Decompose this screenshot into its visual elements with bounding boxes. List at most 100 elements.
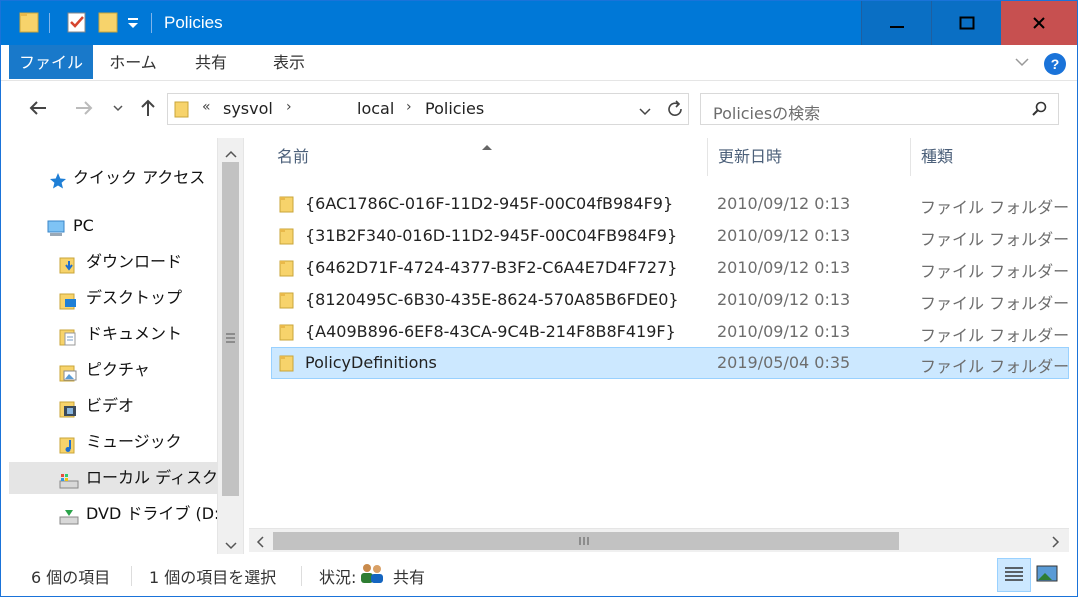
file-type: ファイル フォルダー [920,230,1070,249]
music-folder-icon [59,433,77,454]
back-arrow-icon [29,101,46,115]
item-count: 6 個の項目 [31,568,111,587]
users-icon [359,561,385,589]
scroll-right-icon[interactable] [1051,534,1061,553]
nav-desktop[interactable]: デスクトップ [59,282,217,314]
navigation-bar: « sysvol › local › Policies Policiesの検索 [1,81,1077,138]
horizontal-scrollbar[interactable] [249,528,1069,552]
file-date: 2010/09/12 0:13 [717,322,851,341]
file-name: {A409B896-6EF8-43CA-9C4B-214F8B8F419F} [305,322,676,341]
customize-toolbar-icon[interactable] [126,15,148,39]
large-icons-view-icon [1036,565,1058,582]
file-row[interactable]: {6AC1786C-016F-11D2-945F-00C04fB984F9} 2… [271,188,1069,220]
help-icon[interactable]: ? [1044,53,1066,75]
file-type: ファイル フォルダー [920,357,1070,376]
up-button[interactable] [135,95,161,121]
file-date: 2010/09/12 0:13 [717,194,851,213]
selection-count: 1 個の項目を選択 [149,568,277,587]
search-icon[interactable] [1031,101,1047,121]
folder-icon [279,259,295,281]
address-bar[interactable]: « sysvol › local › Policies [167,93,689,125]
breadcrumb-separator-icon[interactable]: › [286,99,292,115]
dvd-drive-icon [59,505,79,525]
nav-videos[interactable]: ビデオ [59,390,217,422]
address-dropdown-icon[interactable] [638,103,652,122]
tab-share[interactable]: 共有 [179,45,243,79]
column-header-name[interactable]: 名前 [271,138,708,176]
breadcrumb-separator-icon[interactable]: › [406,99,412,115]
file-type: ファイル フォルダー [920,198,1070,217]
up-arrow-icon [141,99,155,116]
file-row[interactable]: {31B2F340-016D-11D2-945F-00C04FB984F9} 2… [271,220,1069,252]
scroll-down-icon[interactable] [224,536,238,555]
nav-pc[interactable]: PC [47,210,217,242]
maximize-icon [959,16,974,30]
nav-scrollbar[interactable] [217,138,243,554]
title-bar: Policies [1,1,1077,45]
minimize-button[interactable] [861,1,931,45]
computer-icon [47,217,65,236]
folder-icon [279,195,295,217]
desktop-folder-icon [59,289,77,310]
scrollbar-thumb[interactable] [222,162,239,496]
breadcrumb-sysvol[interactable]: sysvol [223,99,273,118]
expand-ribbon-icon[interactable] [1013,53,1031,75]
refresh-icon[interactable] [666,100,684,122]
file-row[interactable]: {8120495C-6B30-435E-8624-570A85B6FDE0} 2… [271,284,1069,316]
recent-locations-button[interactable] [105,95,131,121]
folder-icon [279,354,295,376]
tab-view[interactable]: 表示 [255,45,323,79]
nav-local-disk[interactable]: ローカル ディスク (C [9,462,217,494]
documents-folder-icon [59,325,77,346]
back-button[interactable] [25,95,51,121]
scroll-up-icon[interactable] [224,144,238,163]
file-date: 2010/09/12 0:13 [717,290,851,309]
window-title: Policies [164,13,223,32]
breadcrumb-local[interactable]: local [357,99,394,118]
forward-button[interactable] [71,95,97,121]
search-input[interactable]: Policiesの検索 [713,100,820,124]
folder-icon [279,323,295,345]
file-name: {6462D71F-4724-4377-B3F2-C6A4E7D4F727} [305,258,678,277]
nav-music[interactable]: ミュージック [59,426,217,458]
column-header-date[interactable]: 更新日時 [708,138,911,176]
close-button[interactable] [1001,1,1077,45]
pictures-folder-icon [59,361,77,382]
file-name: PolicyDefinitions [305,353,437,372]
breadcrumb-policies[interactable]: Policies [425,99,484,118]
videos-folder-icon [59,397,77,418]
forward-arrow-icon [76,101,93,115]
nav-pictures[interactable]: ピクチャ [59,354,217,386]
file-row[interactable]: {A409B896-6EF8-43CA-9C4B-214F8B8F419F} 2… [271,316,1069,348]
tab-home[interactable]: ホーム [97,45,169,79]
breadcrumb-overflow[interactable]: « [202,99,211,115]
large-icons-view-button[interactable] [1035,562,1059,590]
status-bar: 6 個の項目 1 個の項目を選択 状況: 共有 [1,556,1077,596]
download-folder-icon [59,253,77,274]
scrollbar-thumb[interactable] [273,532,899,550]
nav-downloads[interactable]: ダウンロード [59,246,217,278]
file-type: ファイル フォルダー [920,262,1070,281]
file-type: ファイル フォルダー [920,326,1070,345]
star-icon [49,169,67,189]
file-name: {8120495C-6B30-435E-8624-570A85B6FDE0} [305,290,679,309]
nav-documents[interactable]: ドキュメント [59,318,217,350]
maximize-button[interactable] [931,1,1001,45]
file-row-selected[interactable]: PolicyDefinitions 2019/05/04 0:35 ファイル フ… [271,347,1069,379]
scroll-left-icon[interactable] [255,534,265,553]
chevron-down-icon [113,105,123,112]
nav-dvd-drive[interactable]: DVD ドライブ (D:) [59,498,217,530]
details-view-button[interactable] [997,558,1031,592]
file-type: ファイル フォルダー [920,294,1070,313]
file-date: 2019/05/04 0:35 [717,353,851,372]
properties-icon[interactable] [66,10,88,34]
file-name: {31B2F340-016D-11D2-945F-00C04FB984F9} [305,226,678,245]
new-folder-icon[interactable] [98,10,120,34]
file-row[interactable]: {6462D71F-4724-4377-B3F2-C6A4E7D4F727} 2… [271,252,1069,284]
file-date: 2010/09/12 0:13 [717,258,851,277]
tab-file[interactable]: ファイル [9,45,93,79]
file-list: 名前 更新日時 種類 {6AC1786C-016F-11D2-945F-00C0… [249,138,1077,554]
search-box[interactable]: Policiesの検索 [700,93,1059,125]
nav-quick-access[interactable]: クイック アクセス [49,162,217,194]
column-header-type[interactable]: 種類 [911,138,1071,176]
